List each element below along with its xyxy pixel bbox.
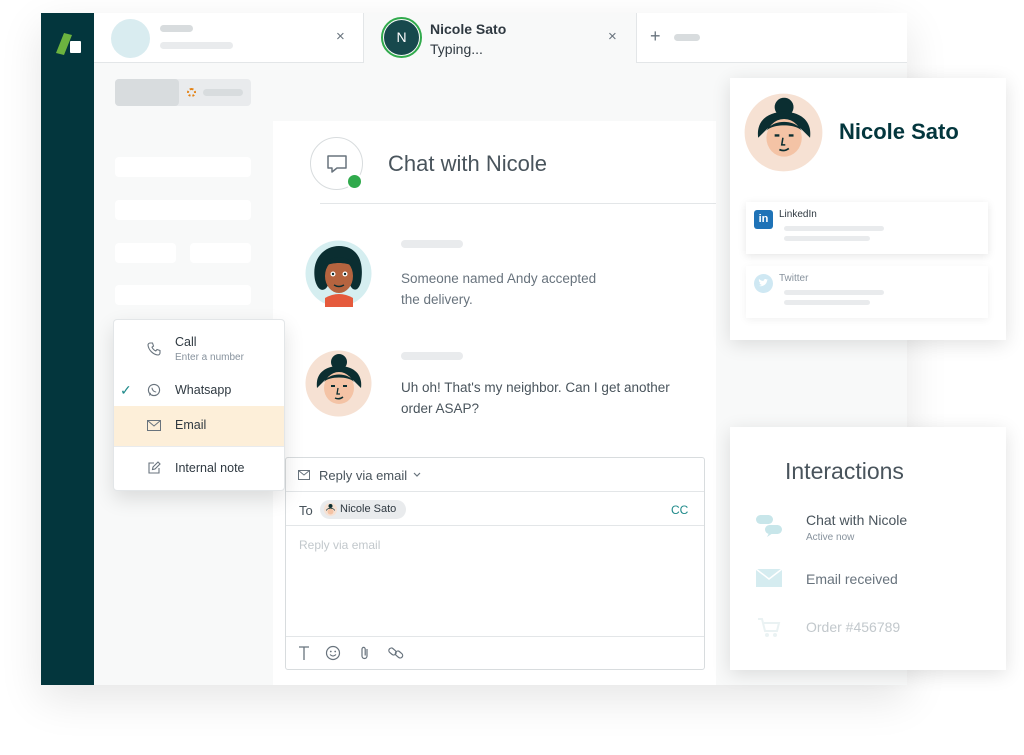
channel-label: Reply via email <box>319 468 408 483</box>
envelope-icon <box>298 470 310 480</box>
placeholder-field <box>115 200 251 220</box>
tab-nicole-sato[interactable]: N Nicole Sato Typing... × <box>364 13 636 64</box>
interactions-card: Interactions Chat with Nicole Active now… <box>730 427 1006 670</box>
placeholder-bar <box>160 42 233 49</box>
social-label: Twitter <box>779 273 809 284</box>
channel-selector[interactable]: Reply via email <box>286 458 704 492</box>
shopping-cart-icon <box>758 618 781 637</box>
tab-title: Nicole Sato <box>430 21 507 37</box>
typing-status: Typing... <box>430 41 483 57</box>
link-icon[interactable] <box>387 645 405 661</box>
avatar <box>744 93 823 172</box>
avatar-andy <box>305 240 372 307</box>
chat-bubble-icon <box>327 155 347 173</box>
avatar <box>324 503 337 516</box>
envelope-icon <box>755 568 783 587</box>
avatar <box>111 19 150 58</box>
product-sidebar <box>41 13 94 685</box>
interaction-sublabel: Active now <box>806 532 855 543</box>
logo-icon <box>54 31 86 57</box>
interaction-item-chat[interactable]: Chat with Nicole Active now <box>730 507 1006 547</box>
message-text: Someone named Andy accepted the delivery… <box>401 271 597 307</box>
sender-placeholder <box>401 352 463 360</box>
channel-menu: Call Enter a number ✓ Whatsapp Email Int… <box>113 319 285 491</box>
chat-bubbles-icon <box>756 515 782 537</box>
close-tab-icon[interactable]: × <box>336 28 345 45</box>
edit-note-icon <box>148 461 161 474</box>
placeholder-field <box>115 157 251 177</box>
add-tab-icon[interactable]: + <box>650 26 661 47</box>
menu-item-label: Email <box>175 418 207 432</box>
menu-item-label: Whatsapp <box>175 383 232 397</box>
menu-item-internal-note[interactable]: Internal note <box>114 446 284 490</box>
twitter-icon <box>754 274 773 293</box>
profile-card: Nicole Sato in LinkedIn Twitter <box>730 78 1006 340</box>
placeholder-field <box>190 243 251 263</box>
reply-textarea[interactable]: Reply via email <box>299 538 380 552</box>
emoji-icon[interactable] <box>325 645 341 661</box>
check-icon: ✓ <box>120 382 132 398</box>
close-tab-icon[interactable]: × <box>608 28 617 45</box>
interaction-label: Email received <box>806 571 898 587</box>
social-card-linkedin[interactable]: in LinkedIn <box>746 202 988 254</box>
sender-placeholder <box>401 240 463 248</box>
social-label: LinkedIn <box>779 209 817 220</box>
message-text: Uh oh! That's my neighbor. Can I get ano… <box>401 380 670 416</box>
interaction-item-email[interactable]: Email received <box>730 567 1006 597</box>
tab-placeholder-3: + <box>636 13 907 63</box>
to-label: To <box>299 503 313 518</box>
interactions-title: Interactions <box>785 458 904 484</box>
avatar-nicole <box>305 350 372 417</box>
menu-item-email[interactable]: Email <box>114 406 284 446</box>
menu-item-call[interactable]: Call Enter a number <box>114 326 284 370</box>
menu-item-label: Internal note <box>175 461 245 475</box>
cc-link[interactable]: CC <box>671 503 688 517</box>
recipient-row: To Nicole Sato CC <box>286 492 704 526</box>
avatar: N <box>384 20 419 55</box>
menu-item-sublabel: Enter a number <box>175 352 244 363</box>
placeholder-field <box>115 285 251 305</box>
menu-item-whatsapp[interactable]: ✓ Whatsapp <box>114 376 284 406</box>
text-format-icon[interactable] <box>296 645 312 661</box>
interaction-label: Chat with Nicole <box>806 512 908 528</box>
placeholder-field <box>115 243 176 263</box>
chevron-down-icon <box>413 472 421 477</box>
phone-icon <box>147 342 161 356</box>
envelope-icon <box>147 420 161 431</box>
divider <box>320 203 716 204</box>
placeholder-chip <box>115 79 251 106</box>
placeholder-bar <box>674 34 700 41</box>
social-card-twitter[interactable]: Twitter <box>746 266 988 318</box>
conversation-title: Chat with Nicole <box>388 151 547 176</box>
chat-channel-icon <box>310 137 363 190</box>
status-icon <box>187 88 196 97</box>
online-indicator <box>346 173 363 190</box>
linkedin-icon: in <box>754 210 773 229</box>
placeholder-bar <box>160 25 193 32</box>
tab-placeholder-1[interactable]: × <box>94 13 364 63</box>
menu-item-label: Call <box>175 335 197 349</box>
profile-name: Nicole Sato <box>839 119 959 144</box>
interaction-label: Order #456789 <box>806 619 901 635</box>
attachment-icon[interactable] <box>357 645 373 661</box>
recipient-tag[interactable]: Nicole Sato <box>320 500 406 519</box>
whatsapp-icon <box>147 383 161 397</box>
reply-composer: Reply via email To Nicole Sato CC Reply … <box>285 457 705 670</box>
interaction-item-order[interactable]: Order #456789 <box>730 615 1006 645</box>
